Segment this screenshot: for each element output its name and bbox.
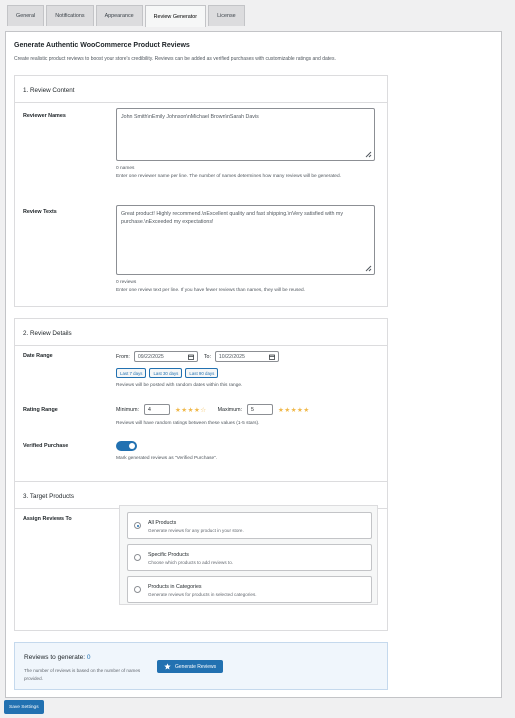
option-title: All Products	[148, 520, 177, 526]
date-range-label: Date Range	[23, 353, 53, 359]
min-label: Minimum:	[116, 406, 139, 413]
max-rating-value: 5	[251, 406, 254, 413]
generate-reviews-button[interactable]: Generate Reviews	[157, 660, 224, 673]
last-90-days-button[interactable]: Last 90 days	[185, 368, 219, 378]
option-desc: Generate reviews for any product in your…	[148, 528, 244, 533]
star-icon	[164, 663, 171, 670]
rating-range-row: Minimum: 4 ★★★★☆ Maximum: 5 ★★★★★	[116, 404, 310, 415]
verified-help: Mark generated reviews as "Verified Purc…	[116, 456, 218, 461]
generate-desc: The number of reviews is based on the nu…	[24, 668, 141, 681]
toggle-knob	[129, 443, 135, 449]
review-texts-textarea[interactable]: Great product! Highly recommend.\nExcell…	[116, 205, 375, 275]
generate-label: Reviews to generate:	[24, 654, 86, 661]
max-label: Maximum:	[217, 406, 243, 413]
resize-handle-icon[interactable]	[364, 150, 372, 158]
reviewer-names-value: John Smith\nEmily Johnson\nMichael Brown…	[121, 114, 259, 120]
target-products-card: 3. Target Products Assign Reviews To All…	[14, 481, 388, 631]
from-label: From:	[116, 353, 130, 360]
from-date-value: 09/22/2025	[137, 353, 164, 360]
assign-options-box: All Products Generate reviews for any pr…	[119, 505, 378, 605]
last-30-days-button[interactable]: Last 30 days	[149, 368, 183, 378]
review-details-title: 2. Review Details	[23, 330, 72, 337]
names-help: Enter one reviewer name per line. The nu…	[116, 174, 341, 179]
option-desc: Choose which products to add reviews to.	[148, 560, 234, 565]
option-specific-products[interactable]: Specific Products Choose which products …	[127, 544, 372, 571]
calendar-icon	[269, 354, 275, 360]
review-details-card: 2. Review Details Date Range From: 09/22…	[14, 318, 388, 499]
tab-license[interactable]: License	[208, 5, 245, 26]
from-date-input[interactable]: 09/22/2025	[133, 351, 198, 362]
divider	[15, 102, 387, 103]
tab-general[interactable]: General	[7, 5, 45, 26]
option-desc: Generate reviews for products in selecte…	[148, 592, 257, 597]
option-all-products[interactable]: All Products Generate reviews for any pr…	[127, 512, 372, 539]
tab-review-generator[interactable]: Review Generator	[144, 5, 207, 27]
calendar-icon	[187, 354, 194, 360]
review-texts-value: Great product! Highly recommend.\nExcell…	[121, 211, 343, 225]
target-products-title: 3. Target Products	[23, 493, 74, 500]
radio-specific-products[interactable]	[134, 554, 141, 561]
save-settings-button[interactable]: Save Settings	[4, 700, 44, 714]
verified-purchase-toggle[interactable]	[116, 441, 137, 451]
rating-range-label: Rating Range	[23, 407, 58, 413]
page-title: Generate Authentic WooCommerce Product R…	[14, 42, 190, 49]
names-count: 0 names	[116, 166, 135, 171]
generate-box: Reviews to generate: 0 The number of rev…	[14, 642, 388, 690]
last-7-days-button[interactable]: Last 7 days	[116, 368, 147, 378]
texts-help: Enter one review text per line. If you h…	[116, 288, 306, 293]
page-description: Create realistic product reviews to boos…	[14, 56, 336, 62]
verified-purchase-label: Verified Purchase	[23, 443, 69, 449]
settings-panel: Generate Authentic WooCommerce Product R…	[5, 31, 502, 698]
to-label: To:	[203, 353, 211, 360]
settings-tabs: General Notifications Appearance Review …	[7, 5, 245, 27]
divider	[15, 345, 387, 346]
date-range-row: From: 09/22/2025 To: 10/22/2025	[116, 351, 279, 362]
option-title: Specific Products	[148, 552, 189, 558]
to-date-value: 10/22/2025	[218, 353, 245, 360]
min-rating-value: 4	[147, 406, 151, 413]
max-rating-input[interactable]: 5	[247, 404, 274, 415]
reviews-to-generate: Reviews to generate: 0	[24, 654, 91, 661]
generate-count: 0	[86, 654, 91, 661]
tab-appearance[interactable]: Appearance	[95, 5, 143, 26]
min-stars-icon: ★★★★☆	[174, 406, 207, 414]
tab-notifications[interactable]: Notifications	[46, 5, 94, 26]
reviewer-names-textarea[interactable]: John Smith\nEmily Johnson\nMichael Brown…	[116, 108, 375, 161]
option-products-in-categories[interactable]: Products in Categories Generate reviews …	[127, 576, 372, 603]
to-date-input[interactable]: 10/22/2025	[214, 351, 279, 362]
review-texts-label: Review Texts	[23, 209, 57, 215]
review-content-card: 1. Review Content Reviewer Names John Sm…	[14, 75, 388, 307]
review-content-title: 1. Review Content	[23, 87, 75, 94]
rating-help: Reviews will have random ratings between…	[116, 421, 260, 426]
radio-all-products[interactable]	[134, 522, 141, 529]
min-rating-input[interactable]: 4	[143, 404, 170, 415]
resize-handle-icon[interactable]	[364, 264, 372, 272]
reviewer-names-label: Reviewer Names	[23, 113, 66, 119]
save-settings-label: Save Settings	[9, 704, 39, 710]
option-title: Products in Categories	[148, 584, 202, 590]
texts-count: 0 reviews	[116, 280, 137, 285]
quick-date-buttons: Last 7 days Last 30 days Last 90 days	[116, 368, 219, 378]
assign-reviews-label: Assign Reviews To	[23, 516, 72, 522]
date-help: Reviews will be posted with random dates…	[116, 383, 243, 388]
max-stars-icon: ★★★★★	[278, 406, 310, 414]
generate-reviews-label: Generate Reviews	[175, 663, 217, 670]
radio-products-in-categories[interactable]	[134, 586, 141, 593]
